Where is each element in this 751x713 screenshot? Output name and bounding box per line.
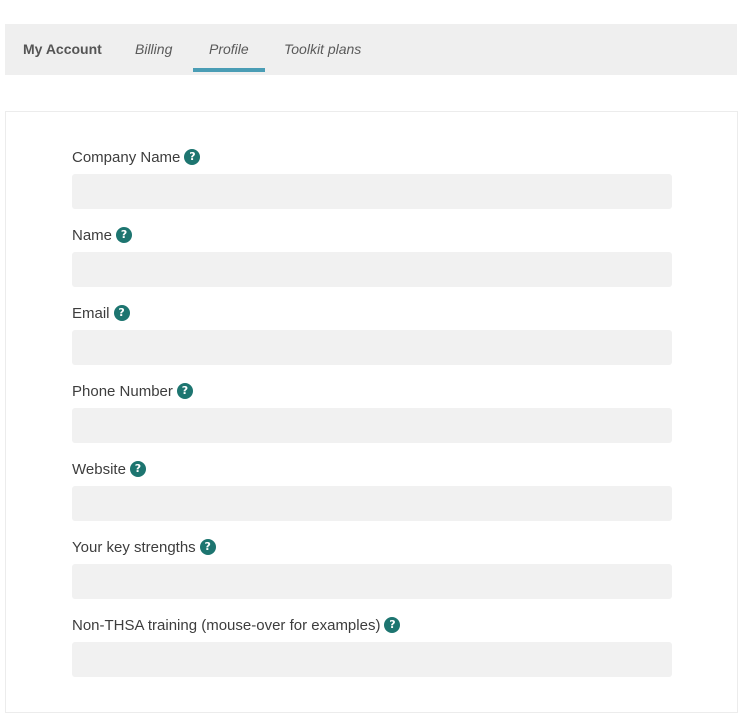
tab-toolkit-plans[interactable]: Toolkit plans (284, 24, 361, 75)
website-label: Website (72, 460, 126, 478)
field-email: Email ? (72, 303, 672, 365)
field-name: Name ? (72, 225, 672, 287)
name-input[interactable] (72, 252, 672, 287)
question-icon[interactable]: ? (129, 461, 146, 477)
non-thsa-training-input[interactable] (72, 642, 672, 677)
question-icon[interactable]: ? (176, 383, 193, 399)
tab-billing[interactable]: Billing (135, 24, 172, 75)
profile-form-panel: Company Name ? Name ? Email ? Phone Numb… (5, 111, 738, 713)
non-thsa-training-label: Non-THSA training (mouse-over for exampl… (72, 616, 381, 634)
company-name-label: Company Name (72, 148, 181, 166)
field-company-name: Company Name ? (72, 147, 672, 209)
field-key-strengths: Your key strengths ? (72, 537, 672, 599)
company-name-input[interactable] (72, 174, 672, 209)
email-label: Email (72, 304, 110, 322)
website-input[interactable] (72, 486, 672, 521)
account-tabbar: My Account Billing Profile Toolkit plans (5, 24, 737, 75)
tab-my-account[interactable]: My Account (23, 24, 102, 75)
phone-number-input[interactable] (72, 408, 672, 443)
active-tab-indicator (193, 68, 265, 72)
name-label: Name (72, 226, 113, 244)
phone-number-label: Phone Number (72, 382, 173, 400)
question-icon[interactable]: ? (384, 617, 401, 633)
field-website: Website ? (72, 459, 672, 521)
question-icon[interactable]: ? (113, 305, 130, 321)
field-phone-number: Phone Number ? (72, 381, 672, 443)
tab-profile-label: Profile (209, 41, 249, 57)
key-strengths-label: Your key strengths (72, 538, 196, 556)
question-icon[interactable]: ? (116, 227, 133, 243)
field-non-thsa-training: Non-THSA training (mouse-over for exampl… (72, 615, 672, 677)
email-input[interactable] (72, 330, 672, 365)
question-icon[interactable]: ? (199, 539, 216, 555)
tab-profile[interactable]: Profile (193, 24, 265, 75)
key-strengths-input[interactable] (72, 564, 672, 599)
question-icon[interactable]: ? (184, 149, 201, 165)
